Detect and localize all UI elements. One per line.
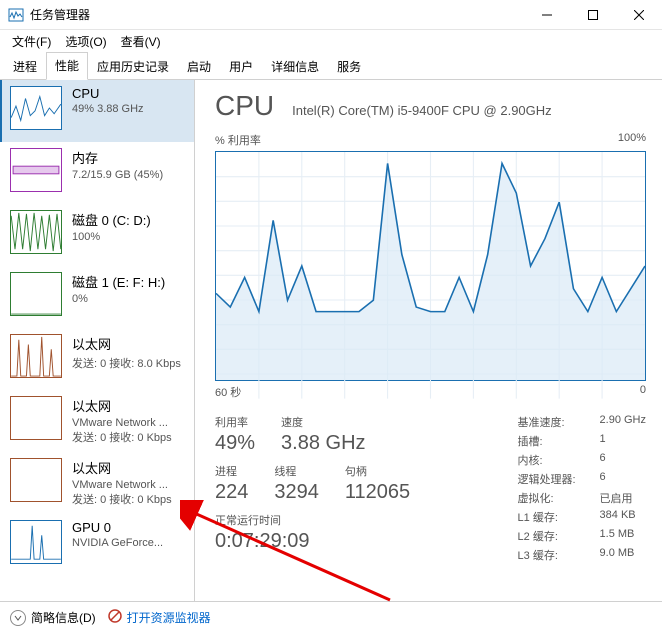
ethernet-thumb <box>10 458 62 502</box>
main-panel: CPU Intel(R) Core(TM) i5-9400F CPU @ 2.9… <box>195 80 662 601</box>
stats: 利用率 49% 速度 3.88 GHz 进程 224 线程 32 <box>215 414 646 566</box>
stat-row: 插槽:1 <box>518 433 646 449</box>
stat-speed: 速度 3.88 GHz <box>281 414 365 455</box>
stat-row: 基准速度:2.90 GHz <box>518 414 646 430</box>
minimize-button[interactable] <box>524 0 570 30</box>
stat-row: L2 缓存:1.5 MB <box>518 528 646 544</box>
uptime-value: 0:07:29:09 <box>215 530 492 553</box>
cpu-model: Intel(R) Core(TM) i5-9400F CPU @ 2.90GHz <box>292 103 552 118</box>
sidebar-item-label: 磁盘 0 (C: D:) <box>72 210 186 229</box>
sidebar[interactable]: CPU 49% 3.88 GHz 内存 7.2/15.9 GB (45%) 磁盘… <box>0 80 195 601</box>
stat-row: 虚拟化:已启用 <box>518 490 646 506</box>
sidebar-item-ethernet-vmware1[interactable]: 以太网 VMware Network ... 发送: 0 接收: 0 Kbps <box>0 390 194 452</box>
stat-row: 内核:6 <box>518 452 646 468</box>
sidebar-item-label: 以太网 <box>72 458 186 477</box>
disk-thumb <box>10 210 62 254</box>
menu-options[interactable]: 选项(O) <box>59 32 112 51</box>
cpu-thumb <box>10 86 62 130</box>
sidebar-item-label: 以太网 <box>72 334 186 353</box>
sidebar-item-disk0[interactable]: 磁盘 0 (C: D:) 100% <box>0 204 194 266</box>
stat-row: L3 缓存:9.0 MB <box>518 547 646 563</box>
sidebar-item-sub: VMware Network ... <box>72 417 186 429</box>
sidebar-item-label: 以太网 <box>72 396 186 415</box>
stat-threads: 线程 3294 <box>274 463 319 504</box>
sidebar-item-label: CPU <box>72 86 186 101</box>
uptime-label: 正常运行时间 <box>215 512 492 528</box>
chart-ymax: 100% <box>618 132 646 148</box>
close-button[interactable] <box>616 0 662 30</box>
sidebar-item-ethernet[interactable]: 以太网 发送: 0 接收: 8.0 Kbps <box>0 328 194 390</box>
content: CPU 49% 3.88 GHz 内存 7.2/15.9 GB (45%) 磁盘… <box>0 80 662 601</box>
maximize-button[interactable] <box>570 0 616 30</box>
stat-processes: 进程 224 <box>215 463 248 504</box>
sidebar-item-memory[interactable]: 内存 7.2/15.9 GB (45%) <box>0 142 194 204</box>
sidebar-item-sub: VMware Network ... <box>72 479 186 491</box>
page-title: CPU <box>215 90 274 122</box>
sidebar-item-gpu[interactable]: GPU 0 NVIDIA GeForce... <box>0 514 194 576</box>
stat-row: L1 缓存:384 KB <box>518 509 646 525</box>
tab-app-history[interactable]: 应用历史记录 <box>88 53 178 80</box>
sidebar-item-sub: 发送: 0 接收: 8.0 Kbps <box>72 355 186 371</box>
disk-thumb <box>10 272 62 316</box>
sidebar-item-sub: 100% <box>72 231 186 243</box>
sidebar-item-label: 磁盘 1 (E: F: H:) <box>72 272 186 291</box>
titlebar: 任务管理器 <box>0 0 662 30</box>
tab-processes[interactable]: 进程 <box>4 53 46 80</box>
memory-thumb <box>10 148 62 192</box>
tab-services[interactable]: 服务 <box>328 53 370 80</box>
stat-utilization: 利用率 49% <box>215 414 255 455</box>
app-icon <box>8 7 24 23</box>
ethernet-thumb <box>10 334 62 378</box>
open-resource-monitor-link[interactable]: 打开资源监视器 <box>108 609 211 626</box>
tab-startup[interactable]: 启动 <box>178 53 220 80</box>
tab-users[interactable]: 用户 <box>220 53 262 80</box>
menubar: 文件(F) 选项(O) 查看(V) <box>0 30 662 52</box>
sidebar-item-sub2: 发送: 0 接收: 0 Kbps <box>72 491 186 507</box>
window-controls <box>524 0 662 30</box>
stat-row: 逻辑处理器:6 <box>518 471 646 487</box>
chevron-down-icon <box>10 610 26 626</box>
gpu-thumb <box>10 520 62 564</box>
sidebar-item-sub: 0% <box>72 293 186 305</box>
ethernet-thumb <box>10 396 62 440</box>
tabbar: 进程 性能 应用历史记录 启动 用户 详细信息 服务 <box>0 52 662 80</box>
tab-details[interactable]: 详细信息 <box>262 53 328 80</box>
menu-file[interactable]: 文件(F) <box>6 32 57 51</box>
sidebar-item-cpu[interactable]: CPU 49% 3.88 GHz <box>0 80 194 142</box>
footer: 简略信息(D) 打开资源监视器 <box>0 601 662 633</box>
sidebar-item-label: 内存 <box>72 148 186 167</box>
stats-right: 基准速度:2.90 GHz 插槽:1 内核:6 逻辑处理器:6 虚拟化:已启用 L1 缓存… <box>518 414 646 566</box>
sidebar-item-sub: NVIDIA GeForce... <box>72 537 186 549</box>
sidebar-item-disk1[interactable]: 磁盘 1 (E: F: H:) 0% <box>0 266 194 328</box>
sidebar-item-label: GPU 0 <box>72 520 186 535</box>
menu-view[interactable]: 查看(V) <box>115 32 167 51</box>
fewer-details-button[interactable]: 简略信息(D) <box>10 609 96 626</box>
resmon-icon <box>108 609 122 626</box>
cpu-chart <box>215 151 646 381</box>
window-title: 任务管理器 <box>30 6 524 23</box>
sidebar-item-sub: 7.2/15.9 GB (45%) <box>72 169 186 181</box>
sidebar-item-sub: 49% 3.88 GHz <box>72 103 186 115</box>
sidebar-item-ethernet-vmware2[interactable]: 以太网 VMware Network ... 发送: 0 接收: 0 Kbps <box>0 452 194 514</box>
tab-performance[interactable]: 性能 <box>46 52 88 80</box>
sidebar-item-sub2: 发送: 0 接收: 0 Kbps <box>72 429 186 445</box>
chart-ylabel: % 利用率 <box>215 132 261 148</box>
stat-handles: 句柄 112065 <box>345 463 410 504</box>
